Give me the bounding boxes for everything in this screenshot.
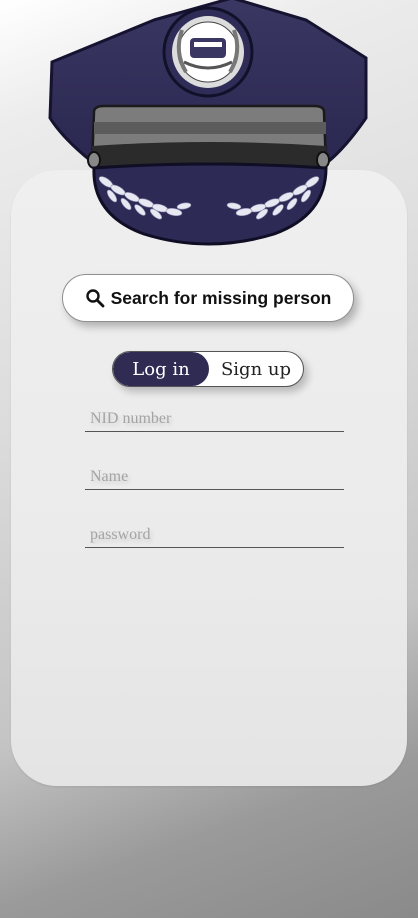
login-tab[interactable]: Log in bbox=[113, 352, 209, 386]
signup-tab[interactable]: Sign up bbox=[209, 352, 303, 386]
search-missing-person-button[interactable]: Search for missing person bbox=[62, 274, 354, 322]
auth-mode-toggle: Log in Sign up bbox=[112, 351, 304, 387]
password-input[interactable] bbox=[85, 522, 344, 548]
search-button-label: Search for missing person bbox=[110, 287, 332, 308]
nid-number-input[interactable] bbox=[85, 406, 344, 432]
search-icon bbox=[85, 289, 105, 308]
name-input[interactable] bbox=[85, 464, 344, 490]
police-cap-logo bbox=[48, 0, 368, 246]
